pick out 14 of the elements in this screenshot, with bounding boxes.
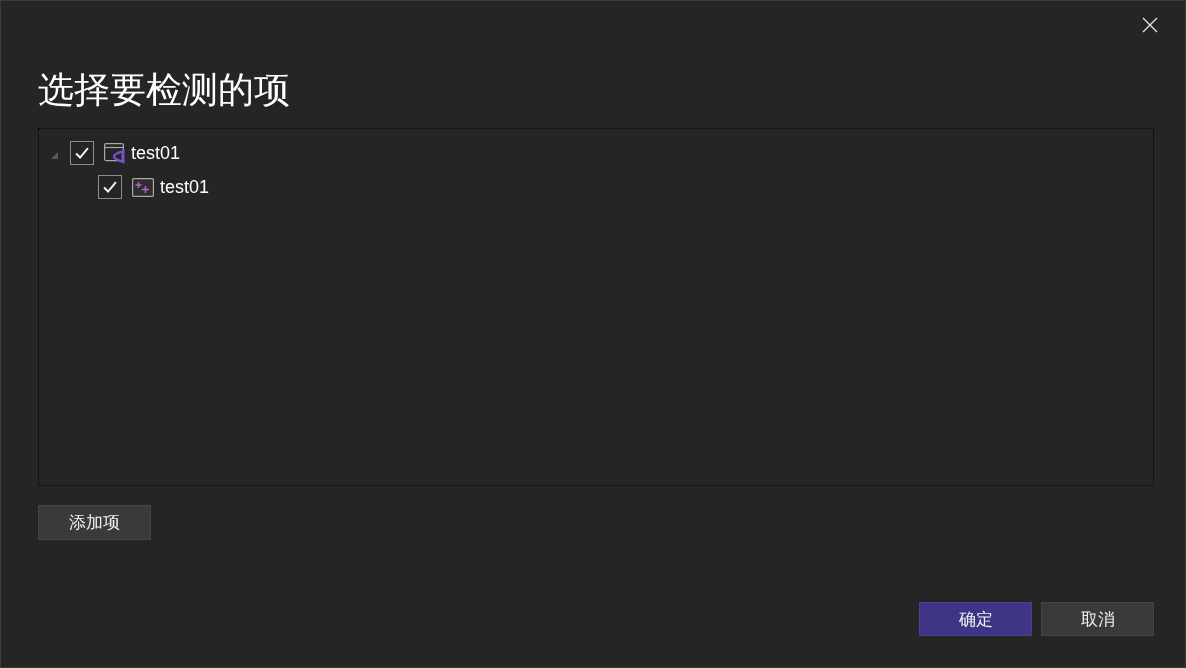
check-icon (103, 181, 117, 193)
tree-item-label[interactable]: test01 (131, 142, 181, 164)
close-button[interactable] (1140, 15, 1160, 35)
confirm-button[interactable]: 确定 (919, 602, 1032, 636)
add-item-button[interactable]: 添加项 (38, 505, 151, 540)
checkbox[interactable] (70, 141, 94, 165)
cancel-button[interactable]: 取消 (1041, 602, 1154, 636)
dialog-title: 选择要检测的项 (38, 70, 290, 110)
close-icon (1142, 17, 1158, 33)
checkbox[interactable] (98, 175, 122, 199)
check-icon (75, 147, 89, 159)
tree-item-label[interactable]: test01 (160, 176, 210, 198)
plus-marks-icon (132, 177, 154, 197)
window-logo-icon (104, 142, 125, 164)
